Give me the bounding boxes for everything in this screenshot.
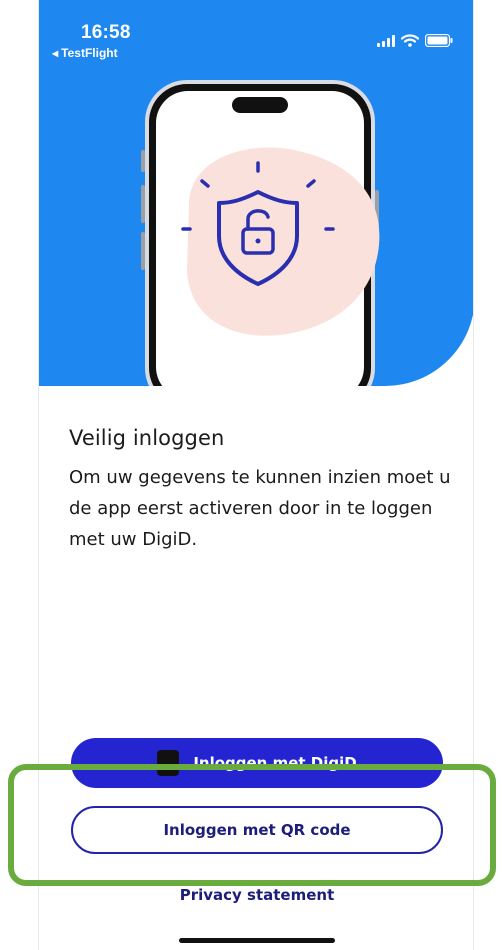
cellular-signal-icon xyxy=(377,34,395,47)
login-qr-label: Inloggen met QR code xyxy=(163,821,351,839)
page: 16:58 ◀ TestFlight Veilig inloggen Om uw… xyxy=(0,0,502,950)
back-to-app-link[interactable]: ◀ TestFlight xyxy=(52,46,118,60)
status-icons xyxy=(377,34,453,47)
login-qr-button[interactable]: Inloggen met QR code xyxy=(71,806,443,854)
home-indicator[interactable] xyxy=(179,938,335,943)
privacy-statement-link[interactable]: Privacy statement xyxy=(39,886,473,904)
wifi-icon xyxy=(401,34,419,47)
back-arrow-icon: ◀ xyxy=(52,48,59,58)
battery-icon xyxy=(425,34,453,47)
login-digid-label: Inloggen met DigiD xyxy=(193,754,357,772)
back-app-label: TestFlight xyxy=(61,46,118,60)
page-title: Veilig inloggen xyxy=(69,426,225,450)
hero-banner: 16:58 ◀ TestFlight xyxy=(39,0,473,386)
status-time: 16:58 xyxy=(81,22,131,43)
app-screen: 16:58 ◀ TestFlight Veilig inloggen Om uw… xyxy=(38,0,474,950)
status-bar: 16:58 ◀ TestFlight xyxy=(39,0,473,60)
login-digid-button[interactable]: Inloggen met DigiD xyxy=(71,738,443,788)
intro-section: Veilig inloggen Om uw gegevens te kunnen… xyxy=(69,426,459,555)
intro-description: Om uw gegevens te kunnen inzien moet u d… xyxy=(69,467,451,550)
digid-icon xyxy=(157,750,180,776)
